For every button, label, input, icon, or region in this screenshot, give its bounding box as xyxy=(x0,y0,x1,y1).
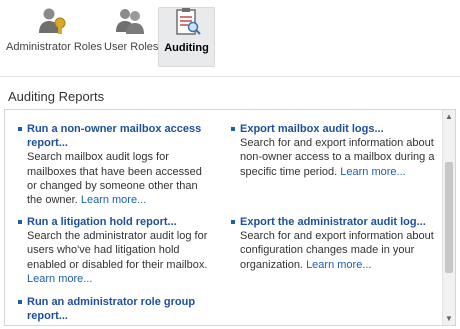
bullet-icon xyxy=(231,220,235,224)
auditing-label: Auditing xyxy=(164,42,209,54)
report-export-admin-audit: Export the administrator audit log... Se… xyxy=(231,215,437,272)
admin-roles-icon xyxy=(39,8,66,34)
user-roles-button[interactable]: User Roles xyxy=(104,7,159,67)
report-description: Search mailbox audit logs for mailboxes … xyxy=(27,151,202,207)
report-link[interactable]: Run an administrator role group report..… xyxy=(27,295,214,323)
report-link[interactable]: Export the administrator audit log... xyxy=(240,215,437,229)
scroll-thumb[interactable] xyxy=(445,162,453,273)
section-title: Auditing Reports xyxy=(8,89,105,104)
auditing-tab[interactable]: Auditing xyxy=(158,7,215,67)
report-description: Search for and export information about … xyxy=(240,137,435,178)
report-export-mailbox-audit: Export mailbox audit logs... Search for … xyxy=(231,122,437,179)
toolbar: Administrator Roles User Roles Auditing xyxy=(0,0,460,68)
bullet-icon xyxy=(18,127,22,131)
report-link[interactable]: Run a litigation hold report... xyxy=(27,215,218,229)
vertical-scrollbar[interactable]: ▲ ▼ xyxy=(442,110,455,325)
scroll-up-icon[interactable]: ▲ xyxy=(443,110,455,123)
report-non-owner-access: Run a non-owner mailbox access report...… xyxy=(18,122,214,207)
learn-more-link[interactable]: Learn more... xyxy=(81,194,146,206)
user-roles-icon xyxy=(116,9,144,34)
bullet-icon xyxy=(18,300,22,304)
report-link[interactable]: Run a non-owner mailbox access report... xyxy=(27,122,214,150)
administrator-roles-button[interactable]: Administrator Roles xyxy=(6,7,102,67)
report-description: Search the administrator audit log for u… xyxy=(27,230,208,285)
report-description: Search for and export information about … xyxy=(240,230,434,271)
learn-more-link[interactable]: Learn more... xyxy=(27,273,92,285)
learn-more-link[interactable]: Learn more... xyxy=(340,166,405,178)
bullet-icon xyxy=(18,220,22,224)
user-roles-label: User Roles xyxy=(104,41,159,53)
bullet-icon xyxy=(231,127,235,131)
reports-panel: Run a non-owner mailbox access report...… xyxy=(4,109,456,326)
scroll-down-icon[interactable]: ▼ xyxy=(443,312,455,325)
report-admin-role-group: Run an administrator role group report..… xyxy=(18,295,214,323)
toolbar-divider xyxy=(0,76,460,77)
learn-more-link[interactable]: Learn more... xyxy=(306,259,371,271)
report-litigation-hold: Run a litigation hold report... Search t… xyxy=(18,215,218,286)
administrator-roles-label: Administrator Roles xyxy=(6,41,102,53)
auditing-clipboard-icon xyxy=(175,8,201,35)
report-link[interactable]: Export mailbox audit logs... xyxy=(240,122,437,136)
